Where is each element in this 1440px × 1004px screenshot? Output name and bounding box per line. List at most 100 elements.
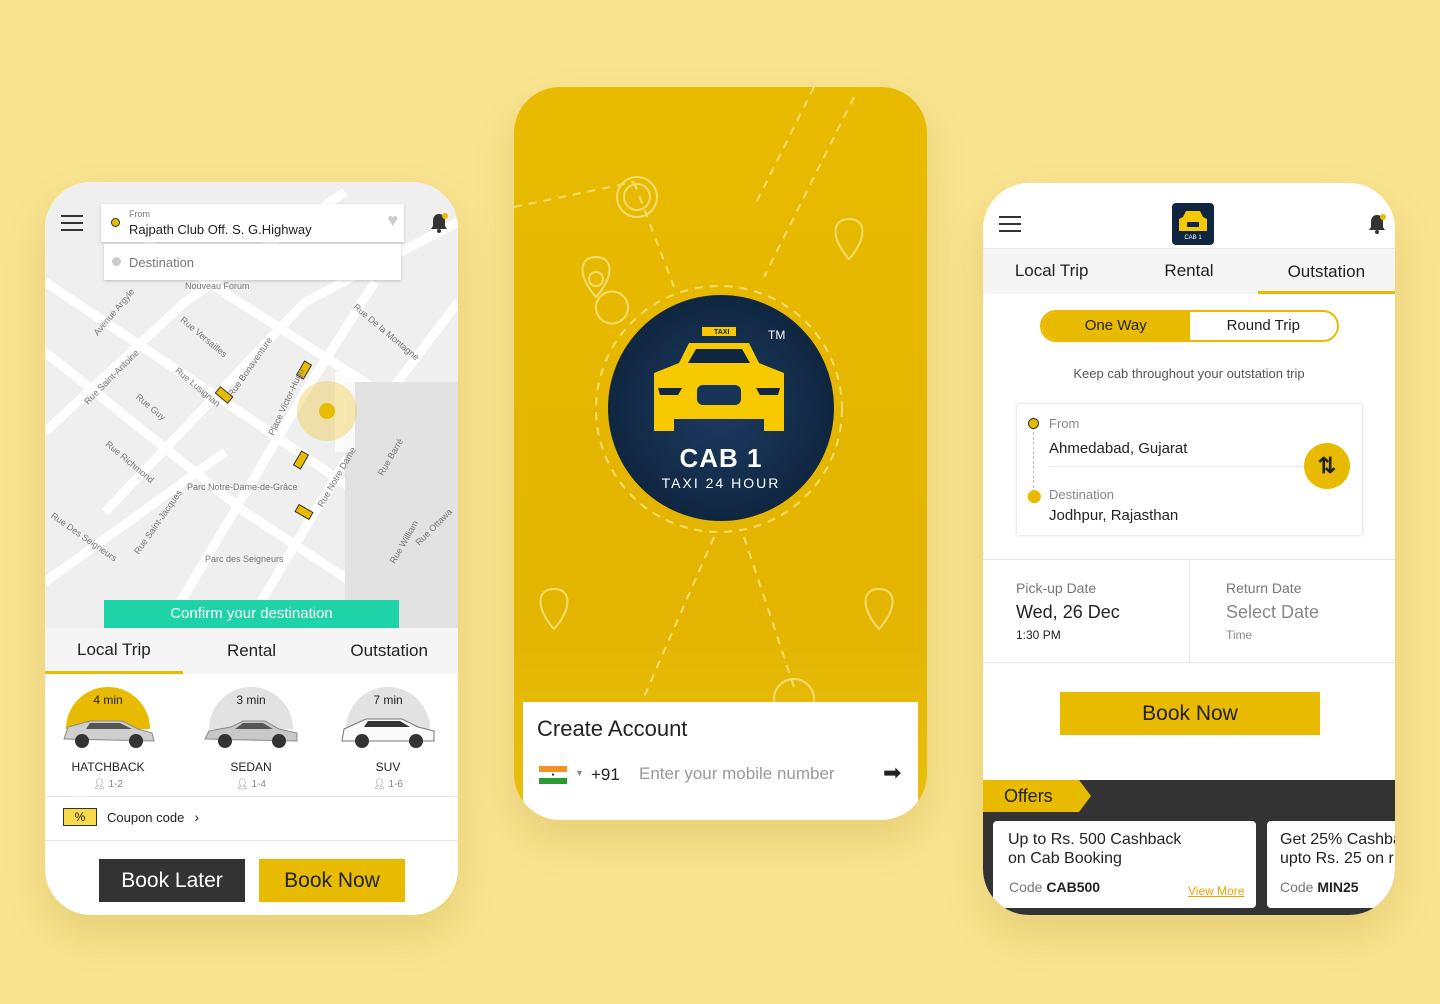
route-card: From Ahmedabad, Gujarat ⬤ Destination Jo… — [1017, 404, 1362, 535]
cab1-logo: TAXI TM CAB 1 TAXI 24 HOUR — [608, 295, 834, 521]
destination-value[interactable]: Jodhpur, Rajasthan — [1049, 507, 1178, 524]
divider — [1189, 560, 1190, 662]
menu-icon[interactable] — [61, 215, 83, 231]
destination-dot-icon — [112, 257, 121, 266]
coupon-label: Coupon code — [107, 809, 185, 825]
offer-line: Up to Rs. 500 Cashback — [1008, 831, 1182, 848]
tab-local-trip[interactable]: Local Trip — [983, 249, 1120, 294]
destination-field[interactable]: Destination — [104, 244, 401, 280]
offer-line: upto Rs. 25 on r — [1280, 850, 1394, 867]
notification-bell-icon[interactable] — [1368, 213, 1386, 235]
trip-type-toggle: One Way Round Trip — [1040, 310, 1339, 342]
create-account-card: Create Account ● ▼ +91 Enter your mobile… — [523, 702, 918, 820]
code-label: Code — [1009, 879, 1043, 895]
one-way-option[interactable]: One Way — [1042, 312, 1190, 340]
phone-screen-create-account: TAXI TM CAB 1 TAXI 24 HOUR Create Accoun… — [514, 87, 927, 820]
code-label: Code — [1280, 879, 1314, 895]
seat-count: 1-6 — [388, 779, 403, 790]
person-icon: 👤︎ — [93, 779, 109, 790]
cab-option-suv[interactable]: 7 min SUV 👤︎ 1-6 — [328, 687, 448, 790]
view-more-link[interactable]: View More — [1188, 884, 1244, 898]
trip-tabs: Local Trip Rental Outstation — [45, 628, 458, 674]
cab-option-hatchback[interactable]: 4 min HATCHBACK 👤︎ 1-2 — [48, 687, 168, 790]
phone-screen-local-trip: Rue Versailles Rue Saint-Antoine Rue Guy… — [45, 182, 458, 915]
origin-dot-icon — [1028, 418, 1039, 429]
phone-screen-outstation: CAB 1 Local Trip Rental Outstation One W… — [983, 183, 1395, 915]
person-icon: 👤︎ — [236, 779, 252, 790]
from-label: From — [129, 209, 150, 219]
chevron-right-icon: › — [194, 809, 200, 825]
taxi-logo-icon: CAB 1 — [1179, 211, 1207, 241]
from-value[interactable]: Ahmedabad, Gujarat — [1049, 440, 1187, 457]
book-now-button[interactable]: Book Now — [259, 859, 405, 902]
divider — [1049, 466, 1304, 467]
offer-code: MIN25 — [1317, 879, 1359, 895]
return-date[interactable]: Return Date Select Date Time — [1226, 580, 1319, 642]
map-label: Parc des Seigneurs — [205, 554, 284, 564]
cab-type: HATCHBACK — [71, 760, 145, 774]
offer-card[interactable]: Up to Rs. 500 Cashback on Cab Booking Cod… — [993, 821, 1256, 908]
offer-line: on Cab Booking — [1008, 850, 1122, 867]
arrow-right-icon[interactable]: ➡ — [883, 760, 901, 786]
offer-line: Get 25% Cashba — [1280, 831, 1395, 848]
sedan-car-icon — [204, 720, 298, 748]
divider — [45, 796, 458, 797]
brand-tagline: TAXI 24 HOUR — [661, 475, 781, 491]
map-label: Nouveau Forum — [185, 281, 250, 291]
pickup-time-value: 1:30 PM — [1016, 628, 1061, 642]
round-trip-option[interactable]: Round Trip — [1190, 312, 1338, 340]
map-label: Parc Notre-Dame-de-Grâce — [187, 482, 298, 492]
tab-rental[interactable]: Rental — [1120, 249, 1257, 294]
from-label: From — [1049, 416, 1080, 431]
person-icon: 👤︎ — [373, 779, 389, 790]
dropdown-caret-icon[interactable]: ▼ — [575, 768, 584, 778]
book-now-button[interactable]: Book Now — [1060, 692, 1320, 735]
pickup-date[interactable]: Pick-up Date Wed, 26 Dec 1:30 PM — [1016, 580, 1120, 642]
trip-hint: Keep cab throughout your outstation trip — [1073, 366, 1305, 381]
pickup-label: Pick-up Date — [1016, 580, 1097, 596]
offers-title: Offers — [983, 780, 1091, 812]
return-time-value: Time — [1226, 628, 1253, 642]
destination-pin-icon: ⬤ — [1027, 488, 1042, 503]
book-later-button[interactable]: Book Later — [99, 859, 245, 902]
tab-outstation[interactable]: Outstation — [1257, 249, 1395, 294]
cab-option-sedan[interactable]: 3 min SEDAN 👤︎ 1-4 — [191, 687, 311, 790]
offers-section: Offers Up to Rs. 500 Cashback on Cab Book… — [983, 780, 1395, 915]
destination-label: Destination — [1049, 487, 1115, 502]
roof-sign-text: TAXI — [714, 329, 730, 336]
trip-tabs: Local Trip Rental Outstation — [983, 248, 1395, 294]
route-line — [1033, 432, 1034, 488]
brand-name: CAB 1 — [679, 443, 763, 473]
menu-icon[interactable] — [999, 216, 1021, 232]
pickup-date-value: Wed, 26 Dec — [1016, 602, 1120, 622]
coupon-code-row[interactable]: % Coupon code › — [63, 808, 199, 826]
app-logo: CAB 1 — [1172, 203, 1214, 245]
origin-dot-icon — [111, 218, 120, 227]
cab-type: SEDAN — [230, 760, 272, 774]
create-account-title: Create Account — [537, 716, 688, 741]
svg-text:CAB 1: CAB 1 — [1184, 235, 1202, 241]
tab-outstation[interactable]: Outstation — [320, 628, 458, 674]
confirm-destination-button[interactable]: Confirm your destination — [104, 600, 399, 628]
cab-type: SUV — [375, 760, 401, 774]
suv-car-icon — [341, 718, 435, 748]
tab-rental[interactable]: Rental — [183, 628, 321, 674]
country-code[interactable]: +91 — [591, 765, 620, 785]
return-label: Return Date — [1226, 580, 1302, 596]
swap-locations-icon[interactable]: ⇅ — [1304, 443, 1350, 489]
mobile-number-input[interactable]: Enter your mobile number — [639, 764, 835, 784]
notification-bell-icon[interactable] — [430, 212, 448, 234]
tab-local-trip[interactable]: Local Trip — [45, 628, 183, 674]
offer-code: CAB500 — [1046, 879, 1101, 895]
from-field[interactable]: From Rajpath Club Off. S. G.Highway ♥ — [101, 204, 404, 242]
offer-card[interactable]: Get 25% Cashba upto Rs. 25 on r Code MIN2… — [1267, 821, 1395, 908]
divider — [45, 840, 458, 841]
date-section: Pick-up Date Wed, 26 Dec 1:30 PM Return … — [983, 559, 1395, 663]
favorite-heart-icon[interactable]: ♥ — [387, 210, 398, 231]
india-flag-icon[interactable]: ● — [539, 766, 567, 784]
coupon-percent-icon: % — [63, 808, 97, 826]
seat-count: 1-2 — [108, 779, 123, 790]
from-value: Rajpath Club Off. S. G.Highway — [129, 222, 312, 237]
hatchback-car-icon — [63, 720, 155, 748]
seat-count: 1-4 — [251, 779, 266, 790]
